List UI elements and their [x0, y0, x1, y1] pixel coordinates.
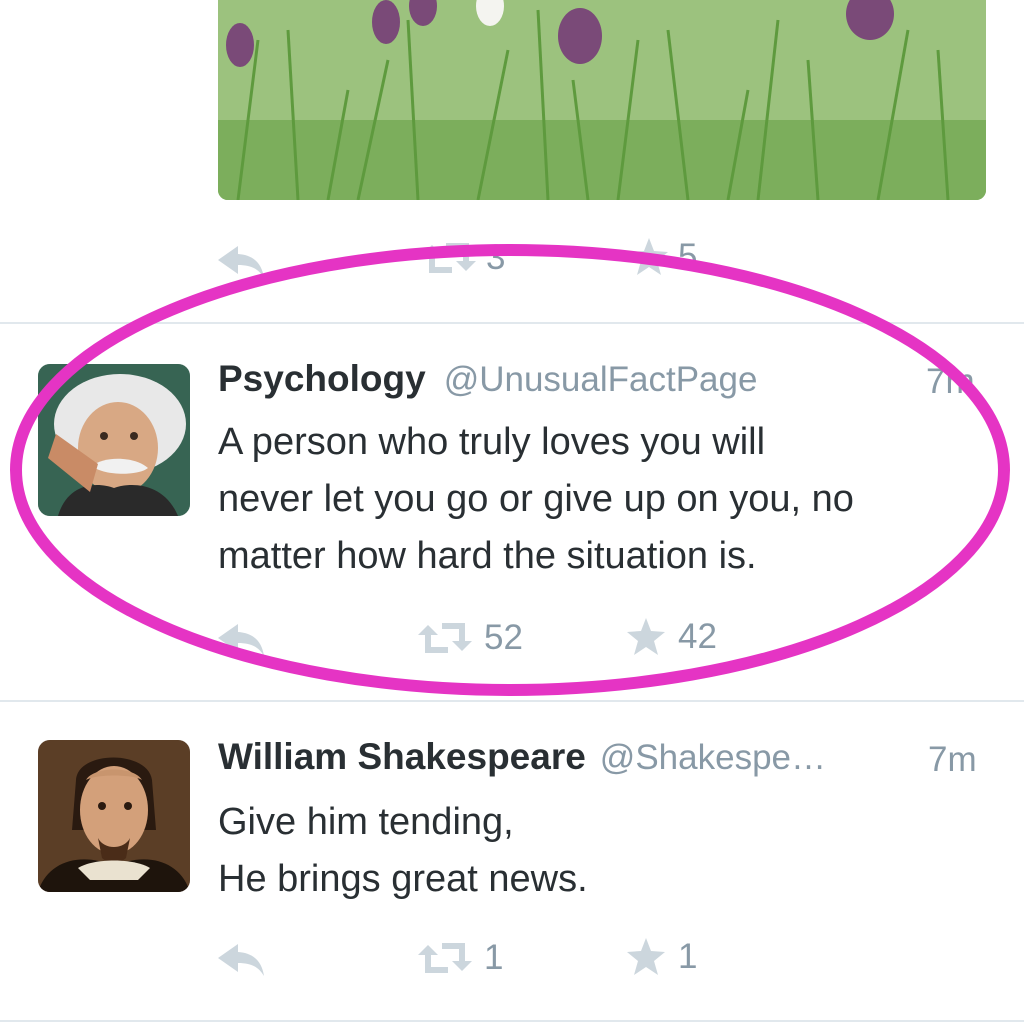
retweet-count: 1 — [484, 938, 504, 977]
favorite-button[interactable]: 42 — [624, 616, 717, 658]
reply-button[interactable] — [216, 244, 268, 285]
retweet-icon — [416, 619, 474, 657]
divider — [0, 1020, 1024, 1022]
retweet-button[interactable]: 3 — [420, 238, 505, 278]
tweet-text-line: Give him tending, — [218, 801, 514, 843]
reply-button[interactable] — [216, 622, 268, 663]
tweet-text: A person who truly loves you will never … — [218, 414, 1008, 585]
display-name[interactable]: William Shakespeare — [218, 736, 586, 778]
tweet-media-photo[interactable] — [218, 0, 986, 200]
favorite-button[interactable]: 5 — [628, 236, 697, 278]
avatar[interactable] — [38, 364, 190, 516]
timestamp[interactable]: 7m — [926, 362, 975, 402]
tweet-text: Give him tending, He brings great news. — [218, 794, 1008, 908]
reply-icon — [216, 244, 268, 280]
reply-icon — [216, 942, 268, 978]
retweet-button[interactable]: 1 — [416, 938, 503, 978]
user-handle[interactable]: @UnusualFactPage — [444, 360, 758, 400]
retweet-count: 52 — [484, 618, 523, 657]
avatar[interactable] — [38, 740, 190, 892]
tweet-text-line: He brings great news. — [218, 858, 588, 900]
tweet-text-line: matter how hard the situation is. — [218, 535, 757, 577]
reply-icon — [216, 622, 268, 658]
retweet-button[interactable]: 52 — [416, 618, 523, 658]
retweet-icon — [420, 239, 478, 277]
user-handle[interactable]: @Shakespe… — [600, 738, 826, 778]
favorite-count: 1 — [678, 937, 698, 976]
reply-button[interactable] — [216, 942, 268, 983]
retweet-count: 3 — [486, 238, 506, 277]
favorite-button[interactable]: 1 — [624, 936, 697, 978]
favorite-count: 42 — [678, 617, 717, 656]
favorite-count: 5 — [678, 237, 698, 276]
display-name[interactable]: Psychology — [218, 358, 426, 400]
retweet-icon — [416, 939, 474, 977]
star-icon — [628, 236, 670, 278]
divider — [0, 322, 1024, 324]
tweet-text-line: never let you go or give up on you, no — [218, 478, 854, 520]
tweet-header: Psychology @UnusualFactPage — [218, 358, 757, 400]
divider — [0, 700, 1024, 702]
star-icon — [624, 616, 668, 658]
tweet-text-line: A person who truly loves you will — [218, 421, 766, 463]
timestamp[interactable]: 7m — [928, 740, 977, 780]
tweet-header: William Shakespeare @Shakespe… — [218, 736, 826, 778]
star-icon — [624, 936, 668, 978]
